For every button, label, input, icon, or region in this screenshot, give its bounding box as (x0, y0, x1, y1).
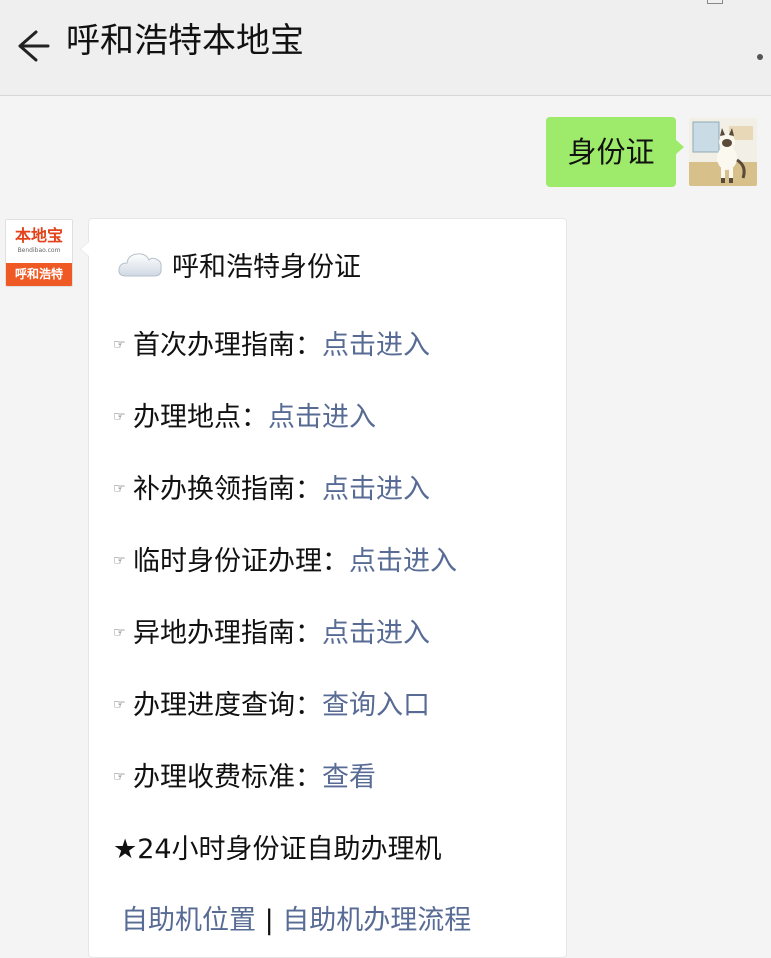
chat-header: 呼和浩特本地宝 (0, 0, 771, 96)
logo-domain: Bendibao.com (17, 247, 61, 254)
list-item: ☞ 异地办理指南：点击进入 (113, 614, 430, 654)
list-item: ☞ 首次办理指南：点击进入 (113, 326, 430, 366)
item-label: 办理收费标准： (133, 762, 322, 793)
pointing-hand-icon: ☞ (113, 624, 126, 641)
item-link[interactable]: 点击进入 (268, 402, 376, 433)
list-item: ☞ 补办换领指南：点击进入 (113, 470, 430, 510)
item-link[interactable]: 查询入口 (322, 690, 430, 721)
list-item: ☞ 办理收费标准：查看 (113, 758, 376, 798)
item-link[interactable]: 查看 (322, 762, 376, 793)
item-link[interactable]: 点击进入 (349, 546, 457, 577)
item-label: 办理地点： (133, 402, 268, 433)
pointing-hand-icon: ☞ (113, 480, 126, 497)
item-link[interactable]: 点击进入 (322, 474, 430, 505)
cat-avatar-image (689, 118, 757, 186)
arrow-left-icon[interactable] (12, 24, 52, 68)
kiosk-process-link[interactable]: 自助机办理流程 (282, 905, 471, 936)
message-title: 呼和浩特身份证 (116, 244, 361, 284)
message-title-text: 呼和浩特身份证 (172, 251, 361, 283)
list-item: ☞ 临时身份证办理：点击进入 (113, 542, 457, 582)
cloud-icon (118, 253, 162, 277)
chat-title: 呼和浩特本地宝 (66, 21, 304, 61)
bendibao-logo-avatar[interactable]: 本地宝 Bendibao.com 呼和浩特 (5, 219, 73, 287)
link-separator: | (264, 905, 274, 936)
logo-top: 本地宝 Bendibao.com (6, 220, 72, 263)
user-message-bubble[interactable]: 身份证 (546, 117, 684, 187)
more-dot-icon[interactable] (757, 54, 763, 60)
logo-name: 本地宝 (14, 226, 63, 245)
user-avatar[interactable] (689, 118, 757, 186)
kiosk-heading: ★24小时身份证自助办理机 (113, 834, 442, 865)
kiosk-links: 自助机位置 | 自助机办理流程 (121, 901, 471, 941)
pointing-hand-icon: ☞ (113, 696, 126, 713)
pointing-hand-icon: ☞ (113, 336, 126, 353)
item-label: 异地办理指南： (133, 618, 322, 649)
item-label: 补办换领指南： (133, 474, 322, 505)
item-link[interactable]: 点击进入 (322, 330, 430, 361)
kiosk-location-link[interactable]: 自助机位置 (121, 905, 256, 936)
pointing-hand-icon: ☞ (113, 552, 126, 569)
item-label: 临时身份证办理： (133, 546, 349, 577)
item-link[interactable]: 点击进入 (322, 618, 430, 649)
status-icon (707, 0, 723, 4)
logo-city: 呼和浩特 (6, 263, 72, 286)
item-label: 办理进度查询： (133, 690, 322, 721)
pointing-hand-icon: ☞ (113, 768, 126, 785)
list-item: ☞ 办理地点：点击进入 (113, 398, 376, 438)
item-label: 首次办理指南： (133, 330, 322, 361)
list-item: ☞ 办理进度查询：查询入口 (113, 686, 430, 726)
pointing-hand-icon: ☞ (113, 408, 126, 425)
